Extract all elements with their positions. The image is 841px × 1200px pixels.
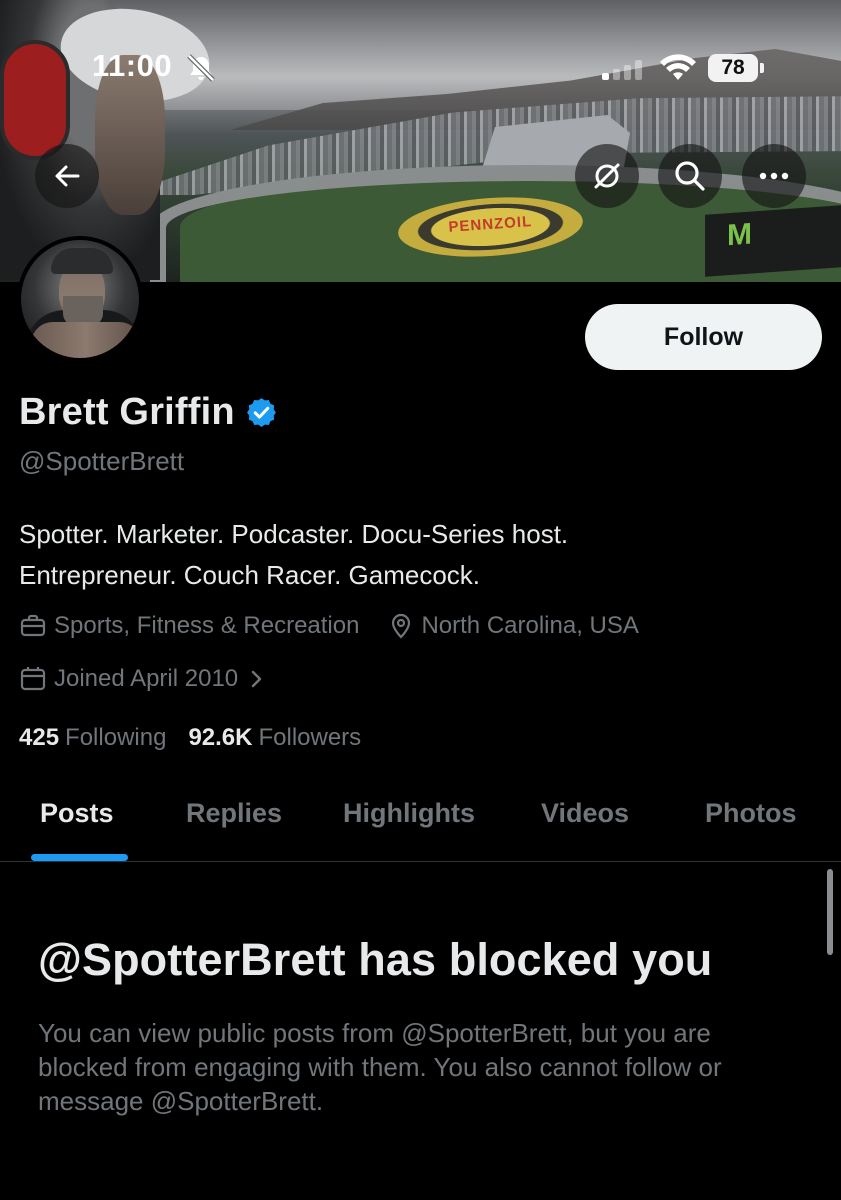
following-label[interactable]: Following — [65, 724, 166, 752]
blocked-title: @SpotterBrett has blocked you — [38, 934, 713, 985]
more-options-button[interactable] — [742, 144, 806, 208]
blocked-message: You can view public posts from @SpotterB… — [38, 1018, 722, 1116]
search-button[interactable] — [658, 144, 722, 208]
grok-icon — [594, 163, 620, 189]
tab-photos[interactable]: Photos — [705, 798, 797, 829]
verified-badge-icon[interactable] — [245, 396, 278, 429]
grok-button[interactable] — [575, 144, 639, 208]
search-icon — [675, 161, 705, 191]
tab-posts[interactable]: Posts — [40, 798, 114, 829]
location-text: North Carolina, USA — [421, 612, 639, 639]
location-pin-icon — [392, 613, 411, 639]
cellular-signal-icon — [602, 60, 642, 80]
bell-muted-icon — [187, 54, 215, 82]
joined-text: Joined April 2010 — [54, 665, 239, 692]
pennzoil-text: PENNZOIL — [447, 213, 533, 236]
profile-joined-row[interactable]: Joined April 2010 — [20, 662, 300, 696]
chevron-right-icon — [251, 670, 262, 688]
profile-tabs: Posts Replies Highlights Videos Photos — [0, 784, 841, 862]
profile-bio: Spotter. Marketer. Podcaster. Docu-Serie… — [19, 514, 819, 596]
back-button[interactable] — [35, 144, 99, 208]
tab-highlights[interactable]: Highlights — [343, 798, 475, 829]
active-tab-indicator — [31, 854, 128, 861]
back-arrow-icon — [55, 165, 80, 187]
more-icon — [759, 172, 789, 180]
calendar-icon — [20, 667, 46, 691]
status-bar: 11:00 78 — [0, 48, 841, 88]
profile-meta-row: Sports, Fitness & Recreation North Carol… — [20, 609, 669, 643]
tab-videos[interactable]: Videos — [541, 798, 629, 829]
battery-nub — [760, 63, 764, 73]
followers-label[interactable]: Followers — [258, 724, 361, 752]
bio-line-1: Spotter. Marketer. Podcaster. Docu-Serie… — [19, 519, 569, 549]
tab-replies[interactable]: Replies — [186, 798, 282, 829]
battery-icon: 78 — [708, 54, 764, 82]
wifi-icon — [660, 54, 696, 80]
follow-button[interactable]: Follow — [585, 304, 822, 370]
profile-handle: @SpotterBrett — [19, 446, 185, 476]
avatar[interactable] — [17, 236, 143, 362]
profile-name-row: Brett Griffin — [19, 388, 278, 436]
status-time: 11:00 — [92, 48, 173, 83]
banner-monster-logo: M — [705, 205, 841, 277]
category-text: Sports, Fitness & Recreation — [54, 612, 360, 639]
display-name: Brett Griffin — [19, 390, 235, 433]
follow-stats: 425 Following 92.6K Followers — [19, 724, 383, 752]
following-count[interactable]: 425 — [19, 724, 59, 752]
profile-category: Sports, Fitness & Recreation — [20, 612, 359, 640]
profile-location: North Carolina, USA — [389, 612, 639, 640]
avatar-arms — [31, 322, 139, 358]
battery-level: 78 — [708, 54, 758, 82]
followers-count[interactable]: 92.6K — [188, 724, 252, 752]
bio-line-2: Entrepreneur. Couch Racer. Gamecock. — [19, 560, 481, 590]
profile-joined[interactable]: Joined April 2010 — [20, 665, 270, 693]
monster-text: M — [727, 217, 752, 253]
avatar-hat — [51, 248, 113, 274]
briefcase-icon — [20, 614, 46, 637]
